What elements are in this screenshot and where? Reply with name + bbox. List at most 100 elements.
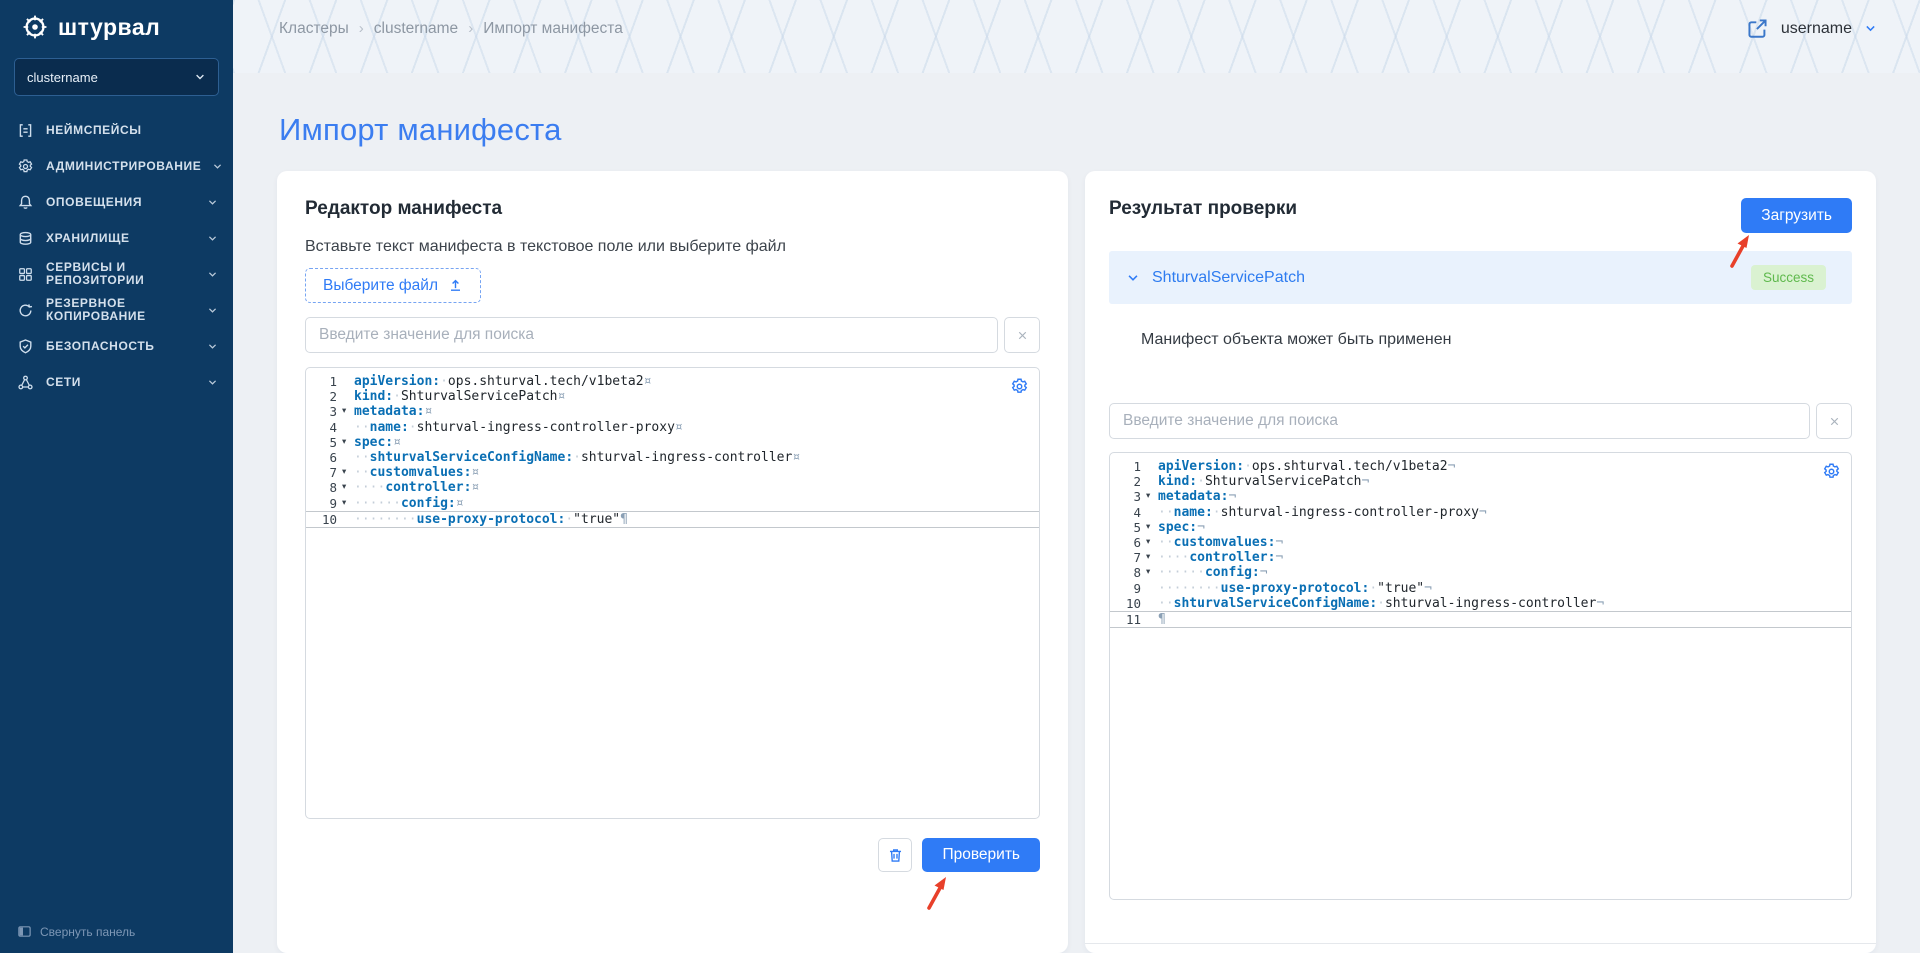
choose-file-button[interactable]: Выберите файл bbox=[305, 268, 481, 303]
sidebar-item-administration[interactable]: АДМИНИСТРИРОВАНИЕ bbox=[0, 148, 233, 184]
code-line-10[interactable]: 10 ··shturvalServiceConfigName:·shturval-… bbox=[1110, 596, 1851, 611]
chevron-down-icon[interactable] bbox=[1126, 271, 1140, 285]
code-line-8[interactable]: 8▾······config:¬ bbox=[1110, 565, 1851, 580]
fold-arrow-icon[interactable]: ▾ bbox=[342, 404, 354, 419]
code-line-10[interactable]: 10········use-proxy-protocol:·"true"¶ bbox=[306, 511, 1039, 528]
code-line-5[interactable]: 5▾spec:¤ bbox=[306, 435, 1039, 450]
cluster-select-value: clustername bbox=[27, 70, 98, 85]
code-line-5[interactable]: 5▾spec:¬ bbox=[1110, 520, 1851, 535]
code-line-2[interactable]: 2kind:·ShturvalServicePatch¬ bbox=[1110, 474, 1851, 489]
chevron-down-icon bbox=[212, 161, 223, 172]
code-line-4[interactable]: 4··name:·shturval-ingress-controller-pro… bbox=[306, 420, 1039, 435]
close-icon bbox=[1828, 415, 1841, 428]
sidebar-item-backup[interactable]: РЕЗЕРВНОЕ КОПИРОВАНИЕ bbox=[0, 292, 233, 328]
sidebar-item-namespaces[interactable]: НЕЙМСПЕЙСЫ bbox=[0, 112, 233, 148]
networks-icon bbox=[17, 374, 35, 391]
fold-arrow-icon[interactable]: ▾ bbox=[1146, 535, 1158, 550]
editor-settings-gear-icon[interactable] bbox=[1008, 375, 1030, 397]
code-line-3[interactable]: 3▾metadata:¬ bbox=[1110, 489, 1851, 504]
fold-arrow-icon[interactable]: ▾ bbox=[342, 480, 354, 495]
code-text: ······config:¬ bbox=[1158, 565, 1268, 580]
trash-icon bbox=[887, 847, 904, 864]
line-number: 6 bbox=[1110, 535, 1146, 550]
fold-arrow-icon[interactable]: ▾ bbox=[342, 465, 354, 480]
editor-settings-gear-icon[interactable] bbox=[1820, 460, 1842, 482]
sidebar-item-networks[interactable]: СЕТИ bbox=[0, 364, 233, 400]
security-icon bbox=[17, 338, 35, 355]
sidebar-item-security[interactable]: БЕЗОПАСНОСТЬ bbox=[0, 328, 233, 364]
breadcrumb-separator: › bbox=[359, 20, 364, 37]
code-text: ··customvalues:¤ bbox=[354, 465, 479, 480]
result-code-editor[interactable]: 1apiVersion:·ops.shturval.tech/v1beta2¬2… bbox=[1109, 452, 1852, 900]
fold-arrow-icon[interactable]: ▾ bbox=[342, 496, 354, 511]
chevron-down-icon bbox=[194, 71, 206, 83]
result-code-lines: 1apiVersion:·ops.shturval.tech/v1beta2¬2… bbox=[1110, 453, 1851, 628]
fold-arrow-icon[interactable]: ▾ bbox=[1146, 520, 1158, 535]
code-line-8[interactable]: 8▾····controller:¤ bbox=[306, 480, 1039, 495]
line-number: 10 bbox=[1110, 596, 1146, 611]
breadcrumb-item-clustername[interactable]: clustername bbox=[374, 20, 458, 38]
code-line-2[interactable]: 2kind:·ShturvalServicePatch¤ bbox=[306, 389, 1039, 404]
sidebar-nav: НЕЙМСПЕЙСЫ АДМИНИСТРИРОВАНИЕ ОПОВЕЩЕНИЯ … bbox=[0, 112, 233, 400]
cluster-select[interactable]: clustername bbox=[14, 58, 219, 96]
code-text: ··name:·shturval-ingress-controller-prox… bbox=[354, 420, 683, 435]
fold-spacer bbox=[1146, 459, 1158, 474]
code-line-6[interactable]: 6▾··customvalues:¬ bbox=[1110, 535, 1851, 550]
fold-spacer bbox=[1146, 505, 1158, 520]
result-search-clear-button[interactable] bbox=[1816, 403, 1852, 439]
code-line-1[interactable]: 1apiVersion:·ops.shturval.tech/v1beta2¤ bbox=[306, 374, 1039, 389]
collapse-panel-button[interactable]: Свернуть панель bbox=[17, 924, 135, 939]
user-menu[interactable]: username bbox=[1746, 17, 1877, 40]
logo-text: штурвал bbox=[58, 14, 160, 41]
sidebar-item-storage[interactable]: ХРАНИЛИЩЕ bbox=[0, 220, 233, 256]
code-text: ··name:·shturval-ingress-controller-prox… bbox=[1158, 505, 1487, 520]
code-line-4[interactable]: 4··name:·shturval-ingress-controller-pro… bbox=[1110, 505, 1851, 520]
sidebar-item-notifications[interactable]: ОПОВЕЩЕНИЯ bbox=[0, 184, 233, 220]
upload-button[interactable]: Загрузить bbox=[1741, 198, 1852, 233]
fold-spacer bbox=[1146, 474, 1158, 489]
editor-panel-subtitle: Вставьте текст манифеста в текстовое пол… bbox=[305, 238, 786, 256]
fold-arrow-icon[interactable]: ▾ bbox=[1146, 489, 1158, 504]
fold-arrow-icon[interactable]: ▾ bbox=[342, 435, 354, 450]
code-line-9[interactable]: 9········use-proxy-protocol:·"true"¬ bbox=[1110, 581, 1851, 596]
sidebar-item-services-repositories[interactable]: СЕРВИСЫ И РЕПОЗИТОРИИ bbox=[0, 256, 233, 292]
external-link-icon[interactable] bbox=[1746, 17, 1769, 40]
code-line-11[interactable]: 11¶ bbox=[1110, 611, 1851, 628]
administration-icon bbox=[17, 158, 35, 175]
code-line-9[interactable]: 9▾······config:¤ bbox=[306, 496, 1039, 511]
code-line-6[interactable]: 6··shturvalServiceConfigName:·shturval-i… bbox=[306, 450, 1039, 465]
result-panel-title: Результат проверки bbox=[1109, 198, 1297, 220]
namespaces-icon bbox=[17, 122, 35, 139]
check-button[interactable]: Проверить bbox=[922, 838, 1040, 872]
line-number: 2 bbox=[1110, 474, 1146, 489]
code-line-3[interactable]: 3▾metadata:¤ bbox=[306, 404, 1039, 419]
editor-search-input[interactable] bbox=[305, 317, 998, 353]
code-line-7[interactable]: 7▾····controller:¬ bbox=[1110, 550, 1851, 565]
breadcrumb-item-clusters[interactable]: Кластеры bbox=[279, 20, 349, 38]
code-text: spec:¬ bbox=[1158, 520, 1205, 535]
manifest-code-editor[interactable]: 1apiVersion:·ops.shturval.tech/v1beta2¤2… bbox=[305, 367, 1040, 819]
code-text: apiVersion:·ops.shturval.tech/v1beta2¤ bbox=[354, 374, 651, 389]
annotation-arrow-check bbox=[922, 871, 952, 916]
result-search-row bbox=[1109, 403, 1852, 439]
code-line-1[interactable]: 1apiVersion:·ops.shturval.tech/v1beta2¬ bbox=[1110, 459, 1851, 474]
status-badge: Success bbox=[1751, 265, 1826, 290]
code-line-7[interactable]: 7▾··customvalues:¤ bbox=[306, 465, 1039, 480]
fold-spacer bbox=[342, 512, 354, 527]
fold-arrow-icon[interactable]: ▾ bbox=[1146, 565, 1158, 580]
chevron-down-icon bbox=[207, 377, 218, 388]
breadcrumb-separator: › bbox=[468, 20, 473, 37]
chevron-down-icon bbox=[207, 233, 218, 244]
fold-arrow-icon[interactable]: ▾ bbox=[1146, 550, 1158, 565]
code-text: ··shturvalServiceConfigName:·shturval-in… bbox=[1158, 596, 1604, 611]
sidebar-item-label: РЕЗЕРВНОЕ КОПИРОВАНИЕ bbox=[46, 297, 196, 323]
editor-panel-title: Редактор манифеста bbox=[305, 198, 502, 220]
editor-search-clear-button[interactable] bbox=[1004, 317, 1040, 353]
result-search-input[interactable] bbox=[1109, 403, 1810, 439]
clear-editor-button[interactable] bbox=[878, 838, 912, 872]
code-text: ··customvalues:¬ bbox=[1158, 535, 1283, 550]
breadcrumb-item-current: Импорт манифеста bbox=[483, 20, 623, 38]
fold-spacer bbox=[1146, 612, 1158, 627]
annotation-arrow-upload bbox=[1725, 229, 1755, 274]
username-label: username bbox=[1781, 20, 1852, 38]
